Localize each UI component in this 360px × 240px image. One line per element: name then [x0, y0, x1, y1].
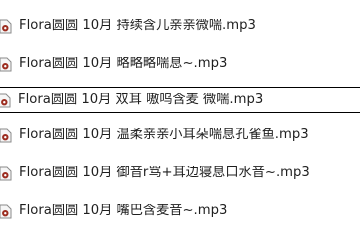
audio-file-icon	[0, 19, 12, 34]
file-list: Flora圆圆 10月 持续含儿亲亲微喘.mp3 Flora圆圆 10月 略略略…	[0, 0, 360, 240]
file-name: Flora圆圆 10月 持续含儿亲亲微喘.mp3	[19, 19, 256, 33]
file-row-selected[interactable]: Flora圆圆 10月 双耳 嗷呜含麦 微喘.mp3	[0, 87, 360, 113]
file-name: Flora圆圆 10月 温柔亲亲小耳朵喘息孔雀鱼.mp3	[19, 128, 309, 142]
audio-file-icon	[0, 166, 12, 181]
file-row[interactable]: Flora圆圆 10月 御音r骂+耳边寝息口水音~.mp3	[0, 160, 360, 186]
file-row[interactable]: Flora圆圆 10月 嘴巴含麦音~.mp3	[0, 198, 360, 224]
file-name: Flora圆圆 10月 御音r骂+耳边寝息口水音~.mp3	[19, 166, 310, 180]
file-name: Flora圆圆 10月 嘴巴含麦音~.mp3	[19, 204, 228, 218]
file-row[interactable]: Flora圆圆 10月 持续含儿亲亲微喘.mp3	[0, 13, 360, 39]
audio-file-icon	[0, 204, 12, 219]
file-row[interactable]: Flora圆圆 10月 温柔亲亲小耳朵喘息孔雀鱼.mp3	[0, 122, 360, 148]
file-row[interactable]: Flora圆圆 10月 略略略喘息~.mp3	[0, 51, 360, 77]
audio-file-icon	[0, 128, 12, 143]
audio-file-icon	[0, 93, 11, 108]
file-name: Flora圆圆 10月 双耳 嗷呜含麦 微喘.mp3	[18, 93, 264, 107]
audio-file-icon	[0, 57, 12, 72]
file-name: Flora圆圆 10月 略略略喘息~.mp3	[19, 57, 228, 71]
